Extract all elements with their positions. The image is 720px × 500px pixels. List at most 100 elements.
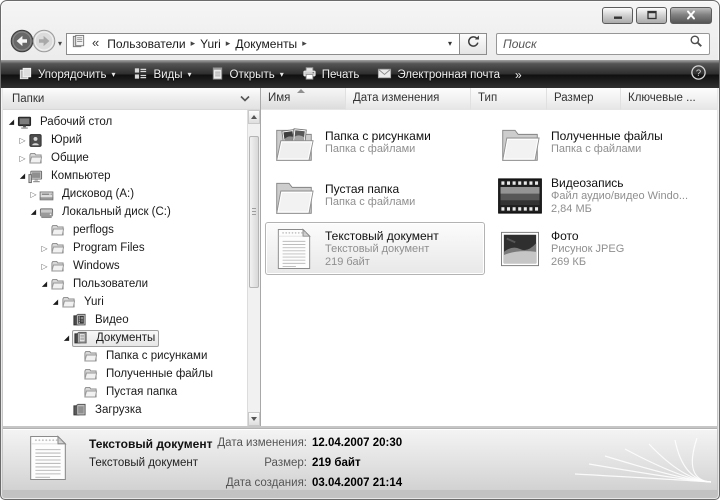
tree-item-12[interactable]: ◢Документы <box>3 329 247 347</box>
file-tile-1[interactable]: Полученные файлыПапка с файлами <box>491 116 711 169</box>
tree-item-6[interactable]: perflogs <box>3 221 247 239</box>
folders-pane-header[interactable]: Папки <box>3 88 260 110</box>
toolbar-button-email[interactable]: Электронная почта <box>368 64 509 86</box>
file-size: 2,84 МБ <box>551 203 688 216</box>
column-header-1[interactable]: Дата изменения <box>346 88 471 110</box>
tree-item-label: Загрузка <box>92 403 145 417</box>
breadcrumb-collapsed-indicator[interactable]: « <box>88 35 103 52</box>
breadcrumb-item-2[interactable]: Документы <box>231 37 301 51</box>
photo-icon <box>496 230 544 268</box>
tree-item-5[interactable]: ◢Локальный диск (C:) <box>3 203 247 221</box>
details-properties: Дата изменения:12.04.2007 20:30Размер:21… <box>197 437 402 490</box>
minimize-button[interactable] <box>602 7 633 24</box>
collapsed-arrow-icon[interactable]: ▷ <box>39 262 50 271</box>
tree-item-11[interactable]: Видео <box>3 311 247 329</box>
tree-item-label: Program Files <box>70 241 148 255</box>
tree-scrollbar[interactable] <box>247 110 260 426</box>
expanded-arrow-icon[interactable]: ◢ <box>17 172 28 180</box>
file-list-pane: Имя Дата изменения Тип Размер Ключевые ... П… <box>261 88 717 426</box>
tree-item-label: Рабочий стол <box>37 115 115 129</box>
close-button[interactable] <box>670 7 712 24</box>
recent-pages-dropdown[interactable]: ▾ <box>58 39 62 48</box>
tree-item-16[interactable]: Загрузка <box>3 401 247 419</box>
column-header-0[interactable]: Имя <box>261 88 346 110</box>
tree-item-2[interactable]: ▷Общие <box>3 149 247 167</box>
detail-property-row: Дата создания:03.04.2007 21:14 <box>197 477 402 490</box>
breadcrumb-separator-icon[interactable]: ▸ <box>301 38 308 49</box>
column-header-4[interactable]: Ключевые ... <box>621 88 717 110</box>
file-tile-0[interactable]: Папка с рисункамиПапка с файлами <box>265 116 485 169</box>
breadcrumb-item-1[interactable]: Yuri <box>196 37 225 51</box>
file-name: Видеозапись <box>551 176 688 190</box>
file-tile-3[interactable]: ВидеозаписьФайл аудио/видео Windo...2,84… <box>491 169 711 222</box>
column-header-label: Дата изменения <box>353 92 439 104</box>
folder-icon <box>83 385 100 400</box>
collapsed-arrow-icon[interactable]: ▷ <box>17 136 28 145</box>
tile-text: ВидеозаписьФайл аудио/видео Windo...2,84… <box>551 176 688 216</box>
file-type: Папка с файлами <box>551 143 663 156</box>
scroll-up-button[interactable] <box>248 110 260 124</box>
expanded-arrow-icon[interactable]: ◢ <box>6 118 17 126</box>
breadcrumb-item-0[interactable]: Пользователи <box>103 37 189 51</box>
tree-item-9[interactable]: ◢Пользователи <box>3 275 247 293</box>
help-button[interactable]: ? <box>686 64 711 86</box>
refresh-button[interactable] <box>460 33 487 55</box>
tree-item-13[interactable]: Папка с рисунками <box>3 347 247 365</box>
collapsed-arrow-icon[interactable]: ▷ <box>28 190 39 199</box>
column-header-label: Размер <box>554 92 594 104</box>
expanded-arrow-icon[interactable]: ◢ <box>39 280 50 288</box>
scroll-down-icon <box>251 417 257 421</box>
folders-pane-title: Папки <box>12 93 44 105</box>
toolbar-button-views[interactable]: Виды▾ <box>124 64 200 86</box>
address-bar[interactable]: «Пользователи▸Yuri▸Документы▸ ▾ <box>66 33 460 55</box>
property-value: 12.04.2007 20:30 <box>312 437 402 457</box>
file-type: Папка с файлами <box>325 143 431 156</box>
tile-text: Папка с рисункамиПапка с файлами <box>325 129 431 156</box>
tree-item-7[interactable]: ▷ Program Files <box>3 239 247 257</box>
maximize-button[interactable] <box>636 7 667 24</box>
search-input[interactable] <box>503 37 689 51</box>
search-box <box>496 33 710 55</box>
property-label: Размер: <box>197 457 307 477</box>
tree-item-15[interactable]: Пустая папка <box>3 383 247 401</box>
toolbar-button-open[interactable]: Открыть▾ <box>201 64 293 86</box>
folder-icon <box>83 349 100 364</box>
toolbar-buttons: Упорядочить▾Виды▾Открыть▾ПечатьЭлектронн… <box>9 64 509 86</box>
collapsed-arrow-icon[interactable]: ▷ <box>39 244 50 253</box>
scroll-down-button[interactable] <box>248 412 260 426</box>
toolbar-overflow-button[interactable]: » <box>509 68 528 82</box>
file-tile-2[interactable]: Пустая папкаПапка с файлами <box>265 169 485 222</box>
tree-item-10[interactable]: ◢Yuri <box>3 293 247 311</box>
expanded-arrow-icon[interactable]: ◢ <box>28 208 39 216</box>
command-toolbar: Упорядочить▾Виды▾Открыть▾ПечатьЭлектронн… <box>1 60 719 88</box>
column-header-3[interactable]: Размер <box>547 88 621 110</box>
collapsed-arrow-icon[interactable]: ▷ <box>17 154 28 163</box>
tree-item-14[interactable]: Полученные файлы <box>3 365 247 383</box>
file-type: Папка с файлами <box>325 196 415 209</box>
file-tile-4[interactable]: Текстовый документТекстовый документ219 … <box>265 222 485 275</box>
tree-item-8[interactable]: ▷Windows <box>3 257 247 275</box>
expanded-arrow-icon[interactable]: ◢ <box>61 334 72 342</box>
folders-pane: Папки ◢ Рабочий стол ▷Юрий▷Общие◢Компьютер… <box>3 88 261 426</box>
help-icon: ? <box>690 64 707 86</box>
toolbar-button-organize[interactable]: Упорядочить▾ <box>9 64 124 86</box>
scrollbar-thumb[interactable] <box>249 136 259 288</box>
toolbar-button-print[interactable]: Печать <box>293 64 369 86</box>
file-tile-5[interactable]: ФотоРисунок JPEG269 КБ <box>491 222 711 275</box>
expanded-arrow-icon[interactable]: ◢ <box>50 298 61 306</box>
column-header-2[interactable]: Тип <box>471 88 547 110</box>
chevron-down-icon[interactable] <box>239 95 251 103</box>
organize-icon <box>18 66 33 84</box>
property-label: Дата создания: <box>197 477 307 490</box>
back-arrow-icon <box>10 29 34 58</box>
tree-item-0[interactable]: ◢ Рабочий стол <box>3 113 247 131</box>
tree-item-4[interactable]: ▷Дисковод (A:) <box>3 185 247 203</box>
location-folder-icon <box>71 34 86 54</box>
tree-item-label: Полученные файлы <box>103 367 216 381</box>
forward-button[interactable] <box>32 32 56 56</box>
back-button[interactable] <box>10 32 34 56</box>
address-dropdown-icon[interactable]: ▾ <box>444 39 456 48</box>
sort-ascending-icon <box>297 89 305 93</box>
tree-item-3[interactable]: ◢Компьютер <box>3 167 247 185</box>
tree-item-1[interactable]: ▷Юрий <box>3 131 247 149</box>
